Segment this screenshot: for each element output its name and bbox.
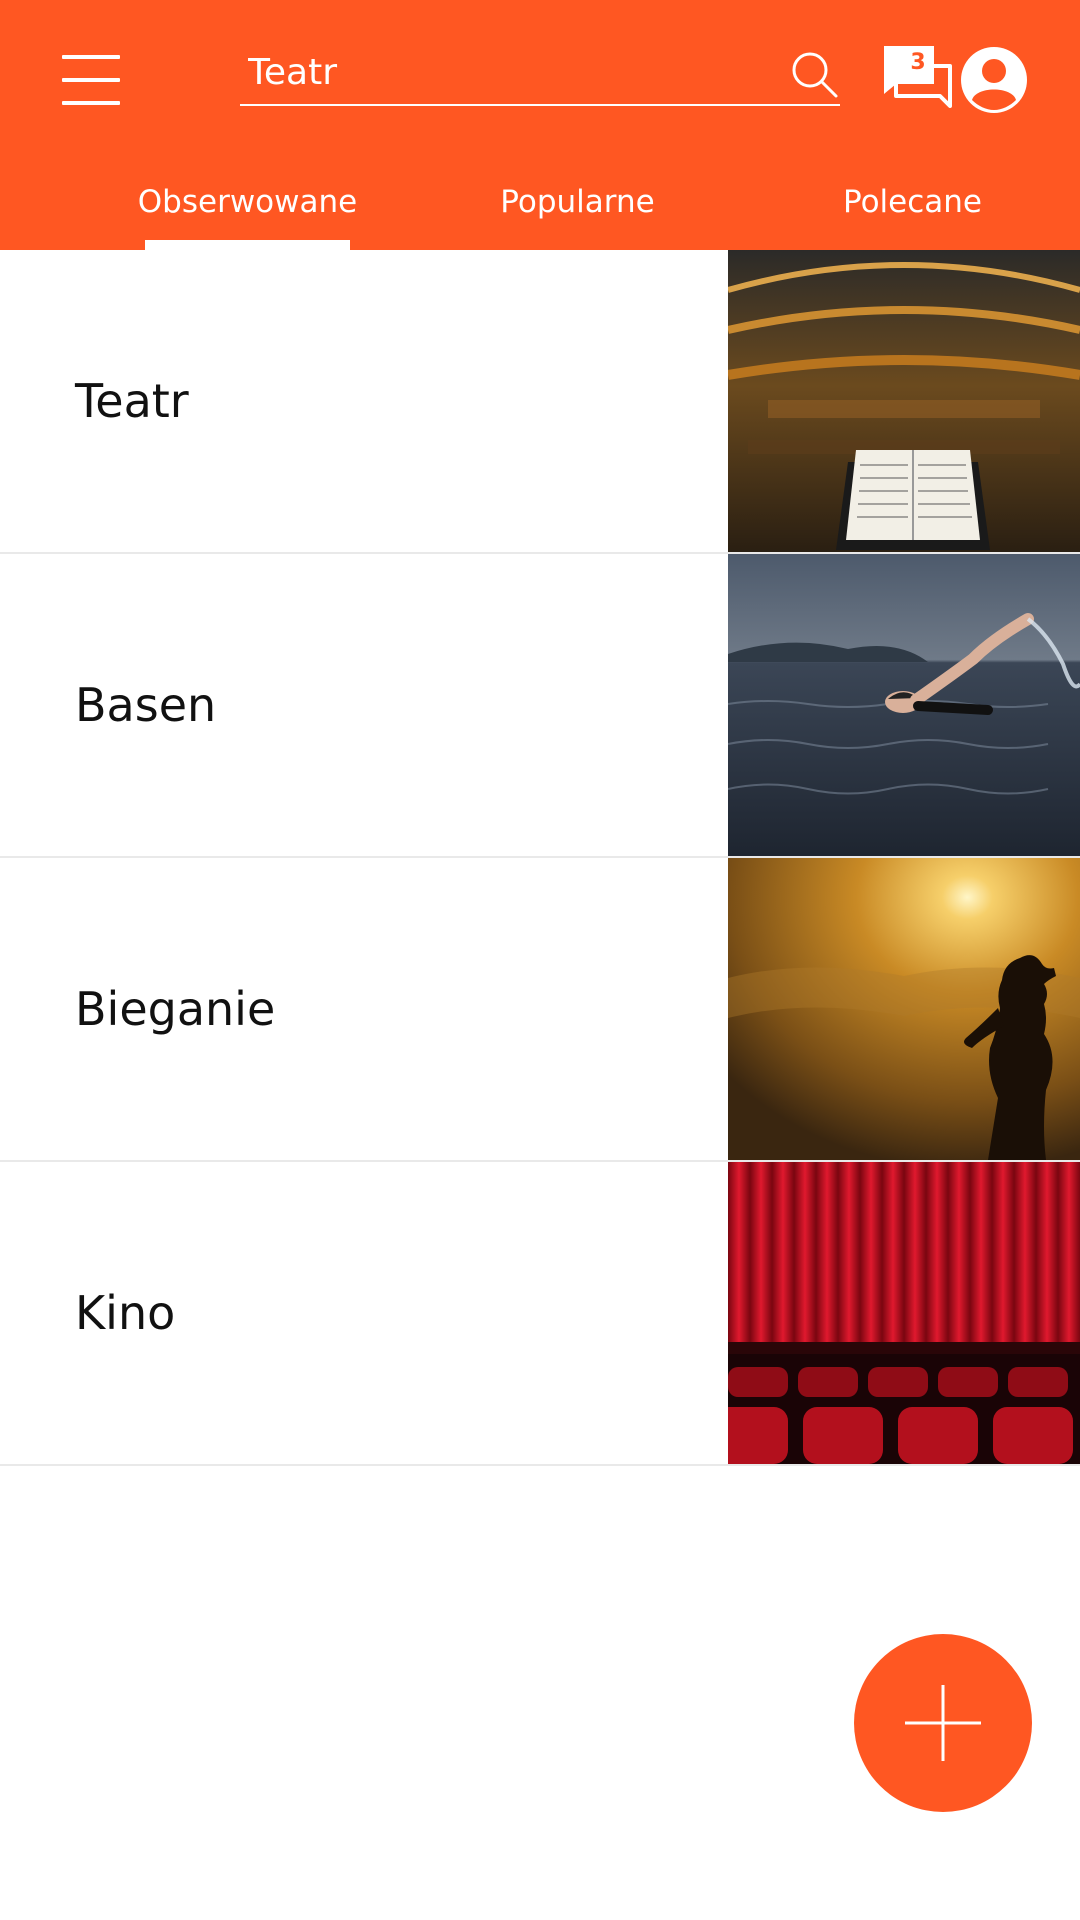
cinema-image: [728, 1162, 1080, 1464]
notification-count: 3: [910, 50, 926, 75]
list-item-label: Bieganie: [75, 982, 276, 1036]
plus-icon: [905, 1685, 981, 1761]
tab-popularne[interactable]: Popularne: [440, 184, 715, 234]
list-item-kino[interactable]: Kino: [0, 1162, 1080, 1466]
menu-icon[interactable]: [62, 55, 120, 105]
search-icon[interactable]: [788, 48, 840, 100]
menu-icon-line: [62, 101, 120, 105]
category-list: Teatr Basen Bieganie Kino: [0, 250, 1080, 1466]
swimmer-image: [728, 554, 1080, 856]
list-item-bieganie[interactable]: Bieganie: [0, 858, 1080, 1162]
theatre-image: [728, 250, 1080, 552]
runner-image: [728, 858, 1080, 1160]
tab-bar: Obserwowane Popularne Polecane: [0, 170, 1080, 250]
add-button[interactable]: [854, 1634, 1032, 1812]
tab-polecane[interactable]: Polecane: [790, 184, 1035, 234]
menu-icon-line: [62, 55, 120, 59]
app-header: 3 Obserwowane Popularne Polecane: [0, 0, 1080, 250]
list-item-teatr[interactable]: Teatr: [0, 250, 1080, 554]
search-input[interactable]: [240, 44, 760, 100]
list-item-label: Teatr: [75, 374, 189, 428]
list-item-label: Basen: [75, 678, 217, 732]
list-item-label: Kino: [75, 1286, 176, 1340]
tab-obserwowane[interactable]: Obserwowane: [100, 184, 395, 234]
search-bar: [240, 44, 840, 106]
account-icon[interactable]: [960, 46, 1028, 114]
active-tab-indicator: [145, 240, 350, 250]
list-item-basen[interactable]: Basen: [0, 554, 1080, 858]
menu-icon-line: [62, 78, 120, 82]
